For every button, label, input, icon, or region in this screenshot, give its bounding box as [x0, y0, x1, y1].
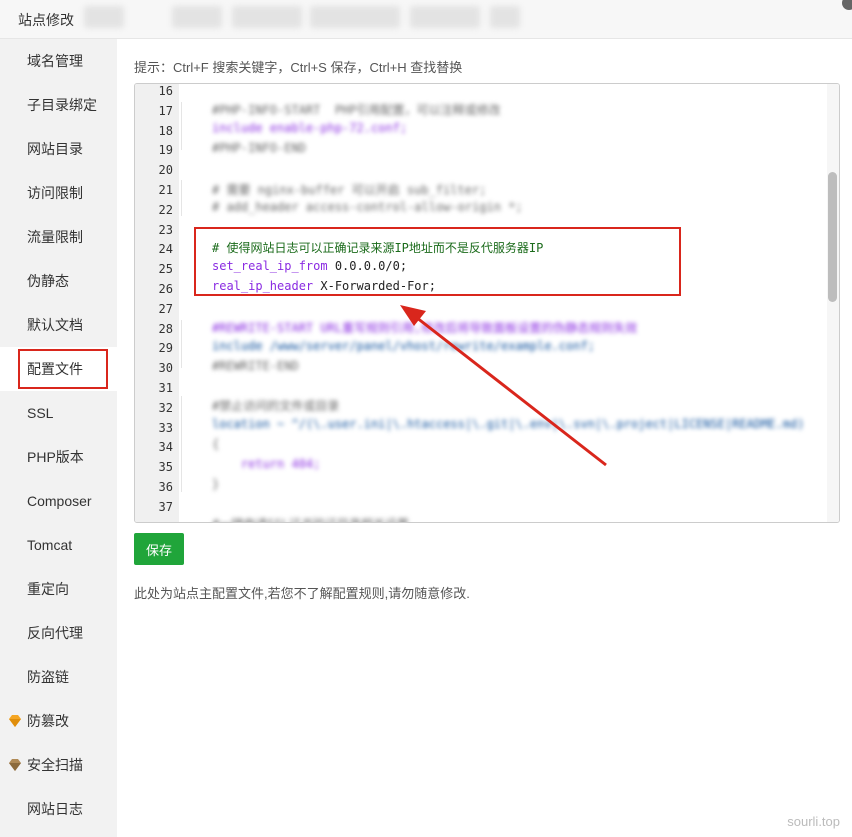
sidebar-item-access-limit[interactable]: 访问限制 [0, 171, 117, 215]
sidebar-item-label: 防盗链 [27, 669, 69, 685]
line-number: 22 [158, 202, 173, 217]
code-line-blurred: { [212, 437, 220, 451]
save-button[interactable]: 保存 [134, 533, 184, 565]
title-blur-block [410, 6, 480, 28]
annotation-box [18, 349, 108, 389]
line-number: 25 [158, 262, 173, 277]
line-number: 26 [158, 282, 173, 296]
sidebar-item-site-dir[interactable]: 网站目录 [0, 127, 117, 171]
line-number: 37 [158, 499, 173, 514]
indent-guide [181, 320, 182, 368]
annotation-box [194, 227, 681, 296]
sidebar-item-domain[interactable]: 域名管理 [0, 39, 117, 83]
title-bar: 站点修改 [0, 0, 852, 39]
sidebar: 域名管理 子目录绑定 网站目录 访问限制 流量限制 伪静态 默认文档 配置文件 … [0, 39, 117, 837]
line-number: 35 [158, 460, 173, 475]
config-warning-note: 此处为站点主配置文件,若您不了解配置规则,请勿随意修改. [134, 586, 470, 601]
sidebar-item-label: 流量限制 [27, 229, 83, 245]
sidebar-item-php-version[interactable]: PHP版本 [0, 435, 117, 479]
code-line-blurred: include enable-php-72.conf; [212, 121, 408, 135]
code-line-blurred: location ~ ^/(\.user.ini|\.htaccess|\.gi… [212, 417, 805, 431]
code-line-blurred: #PHP-INFO-END [212, 141, 306, 155]
watermark: sourli.top [787, 814, 840, 829]
sidebar-item-label: 域名管理 [27, 53, 83, 69]
line-number: 36 [158, 480, 173, 494]
sidebar-item-label: Composer [27, 493, 92, 509]
sidebar-item-label: 安全扫描 [27, 757, 83, 773]
sidebar-item-label: 默认文档 [27, 317, 83, 333]
close-icon[interactable] [842, 0, 852, 10]
gem-icon [9, 759, 21, 771]
line-number: 16 [158, 84, 173, 98]
code-line-blurred: #REWRITE-END [212, 359, 299, 373]
title-blur-block [232, 6, 302, 28]
indent-guide [181, 180, 182, 216]
line-number: 30 [158, 361, 173, 376]
code-line-blurred: include /www/server/panel/vhost/rewrite/… [212, 339, 595, 353]
line-number: 21 [158, 183, 173, 197]
sidebar-item-default-doc[interactable]: 默认文档 [0, 303, 117, 347]
code-line-blurred: } [212, 477, 220, 491]
title-blur-block [490, 6, 520, 28]
line-number: 31 [158, 381, 173, 395]
line-number: 32 [158, 400, 173, 415]
sidebar-item-label: 访问限制 [27, 185, 83, 201]
window-title: 站点修改 [18, 12, 74, 28]
sidebar-item-label: 反向代理 [27, 625, 83, 641]
sidebar-item-label: 网站日志 [27, 801, 83, 817]
code-line-blurred: #禁止访问的文件或目录 [212, 399, 340, 413]
sidebar-item-reverse-proxy[interactable]: 反向代理 [0, 611, 117, 655]
code-line-blurred: #一键申请SSL证书验证目录相关设置 [212, 515, 409, 522]
title-blur-block [172, 6, 222, 28]
gem-icon [9, 715, 21, 727]
code-line-blurred: return 404; [212, 457, 321, 471]
sidebar-item-composer[interactable]: Composer [0, 479, 117, 523]
sidebar-item-label: 伪静态 [27, 273, 69, 289]
sidebar-item-subdir[interactable]: 子目录绑定 [0, 83, 117, 127]
line-number: 24 [158, 242, 173, 257]
line-number: 23 [158, 222, 173, 237]
sidebar-item-redirect[interactable]: 重定向 [0, 567, 117, 611]
editor-scrollbar[interactable] [827, 84, 839, 522]
sidebar-item-ssl[interactable]: SSL [0, 391, 117, 435]
line-number: 33 [158, 420, 173, 435]
line-number-gutter: 16 17 18 19 20 21 22 23 24 25 26 27 28 2… [135, 84, 179, 522]
code-line-blurred: #PHP-INFO-START PHP引用配置，可以注释或修改 [212, 103, 501, 117]
editor-scroll-thumb[interactable] [828, 172, 837, 302]
sidebar-item-label: 网站目录 [27, 141, 83, 157]
sidebar-item-label: 子目录绑定 [27, 97, 97, 113]
title-blur-block [310, 6, 400, 28]
sidebar-item-traffic-limit[interactable]: 流量限制 [0, 215, 117, 259]
line-number: 34 [158, 440, 173, 455]
sidebar-item-rewrite[interactable]: 伪静态 [0, 259, 117, 303]
sidebar-item-hotlink[interactable]: 防盗链 [0, 655, 117, 699]
line-number: 28 [158, 321, 173, 336]
line-number: 27 [158, 301, 173, 316]
code-line-blurred: #REWRITE-START URL重写规则引用,修改后将导致面板设置的伪静态规… [212, 321, 638, 335]
shortcut-hint: 提示：Ctrl+F 搜索关键字，Ctrl+S 保存，Ctrl+H 查找替换 [134, 60, 463, 75]
line-number: 18 [158, 123, 173, 138]
line-number: 29 [158, 341, 173, 356]
config-editor[interactable]: 16 17 18 19 20 21 22 23 24 25 26 27 28 2… [134, 83, 840, 523]
title-blur-block [84, 6, 124, 28]
sidebar-item-tamper-proof[interactable]: 防篡改 [0, 699, 117, 743]
sidebar-item-label: 重定向 [27, 581, 69, 597]
sidebar-item-label: SSL [27, 405, 54, 421]
indent-guide [181, 396, 182, 492]
sidebar-item-label: PHP版本 [27, 449, 84, 465]
sidebar-item-config-file[interactable]: 配置文件 [0, 347, 117, 391]
sidebar-item-security-scan[interactable]: 安全扫描 [0, 743, 117, 787]
line-number: 17 [158, 103, 173, 118]
code-line-blurred: # add_header access-control-allow-origin… [212, 200, 523, 214]
line-number: 20 [158, 163, 173, 178]
code-line-blurred: # 需要 nginx-buffer 可以开启 sub_filter; [212, 183, 487, 197]
sidebar-item-tomcat[interactable]: Tomcat [0, 523, 117, 567]
sidebar-item-label: 防篡改 [27, 713, 69, 729]
sidebar-item-site-log[interactable]: 网站日志 [0, 787, 117, 831]
indent-guide [181, 102, 182, 150]
sidebar-item-label: Tomcat [27, 537, 73, 553]
line-number: 19 [158, 143, 173, 158]
